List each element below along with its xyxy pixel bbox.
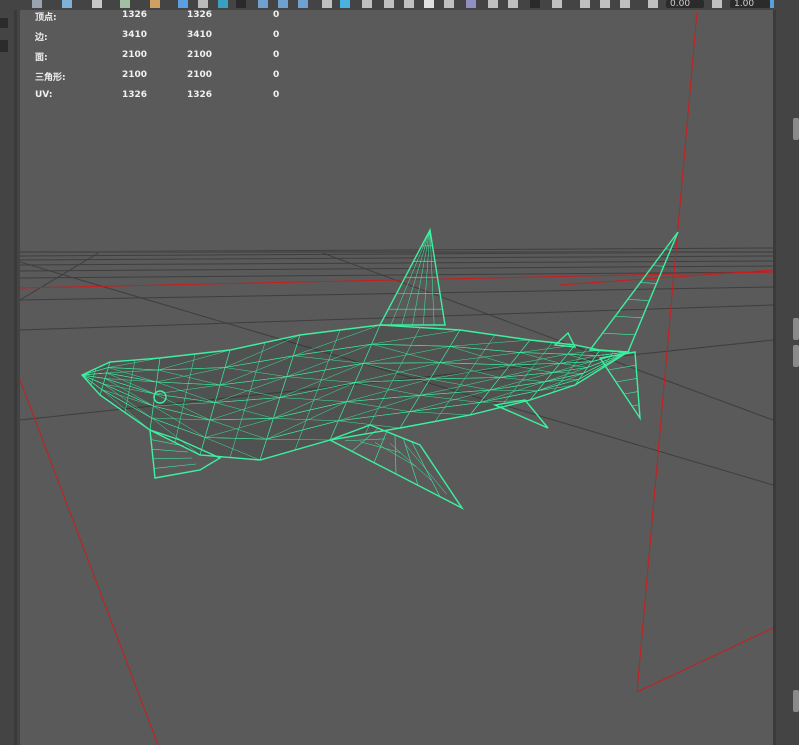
hud-label: 三角形: xyxy=(35,73,66,83)
wireframe-icon[interactable] xyxy=(322,0,332,8)
hud-value: 3410 xyxy=(122,30,148,40)
panel-toggle-button-2[interactable] xyxy=(793,345,799,367)
hud-value: 0 xyxy=(273,50,280,60)
snap-icon[interactable] xyxy=(150,0,160,8)
hud-value: 2100 xyxy=(122,50,148,60)
layout-icon[interactable] xyxy=(198,0,208,8)
hud-value: 1326 xyxy=(187,10,213,20)
hud-label: 顶点: xyxy=(35,13,57,23)
hud-label: 面: xyxy=(35,53,48,63)
hud-label: UV: xyxy=(35,90,53,100)
left-side-panel xyxy=(0,0,20,745)
panel-toggle-button-3[interactable] xyxy=(793,690,799,712)
paste-icon[interactable] xyxy=(600,0,610,8)
hud-value: 1326 xyxy=(122,10,148,20)
shadow-icon[interactable] xyxy=(278,0,288,8)
ipr-icon[interactable] xyxy=(488,0,498,8)
hud-value: 3410 xyxy=(187,30,213,40)
copy-icon[interactable] xyxy=(580,0,590,8)
3d-viewport[interactable] xyxy=(20,0,773,745)
hud-value: 2100 xyxy=(187,70,213,80)
hud-label: 边: xyxy=(35,33,48,43)
texture-icon[interactable] xyxy=(236,0,246,8)
hud-value: 2100 xyxy=(122,70,148,80)
bulb-icon[interactable] xyxy=(424,0,434,8)
hud-value: 0 xyxy=(273,70,280,80)
collapse-arrow-icon[interactable] xyxy=(0,18,8,28)
ambient-icon[interactable] xyxy=(298,0,308,8)
gamma-icon[interactable] xyxy=(712,0,722,8)
isolate-icon[interactable] xyxy=(384,0,394,8)
hud-value: 0 xyxy=(273,90,280,100)
cube-icon[interactable] xyxy=(340,0,350,8)
panel-divider-right[interactable] xyxy=(773,0,776,745)
scale-icon[interactable] xyxy=(120,0,130,8)
select-icon[interactable] xyxy=(32,0,42,8)
hud-value: 1326 xyxy=(122,90,148,100)
gamma-field[interactable]: 1.00 xyxy=(730,0,770,9)
exposure-field[interactable]: 0.00 xyxy=(666,0,704,9)
hud-icon[interactable] xyxy=(444,0,454,8)
gate-icon[interactable] xyxy=(530,0,540,8)
viewport-toolbar: 0.00 1.00 xyxy=(0,0,799,10)
pointer-icon[interactable] xyxy=(552,0,562,8)
right-side-panel xyxy=(773,0,799,745)
toolbar-end-marker xyxy=(770,0,774,8)
resolution-icon[interactable] xyxy=(508,0,518,8)
shark-wireframe-model[interactable] xyxy=(80,227,679,510)
render-icon[interactable] xyxy=(466,0,476,8)
move-icon[interactable] xyxy=(62,0,72,8)
grid-icon[interactable] xyxy=(178,0,188,8)
hud-value: 2100 xyxy=(187,50,213,60)
hud-value: 0 xyxy=(273,30,280,40)
hud-value: 1326 xyxy=(187,90,213,100)
rotate-icon[interactable] xyxy=(92,0,102,8)
xray-icon[interactable] xyxy=(362,0,372,8)
panel-toggle-button[interactable] xyxy=(793,318,799,340)
light-icon[interactable] xyxy=(258,0,268,8)
camera-icon[interactable] xyxy=(404,0,414,8)
hud-value: 0 xyxy=(273,10,280,20)
exposure-icon[interactable] xyxy=(648,0,658,8)
frame-icon[interactable] xyxy=(620,0,630,8)
viewport-scene xyxy=(20,11,773,745)
expand-arrow-icon[interactable] xyxy=(0,40,8,52)
panel-divider[interactable] xyxy=(14,0,17,745)
scroll-handle[interactable] xyxy=(793,118,799,140)
shaded-icon[interactable] xyxy=(218,0,228,8)
